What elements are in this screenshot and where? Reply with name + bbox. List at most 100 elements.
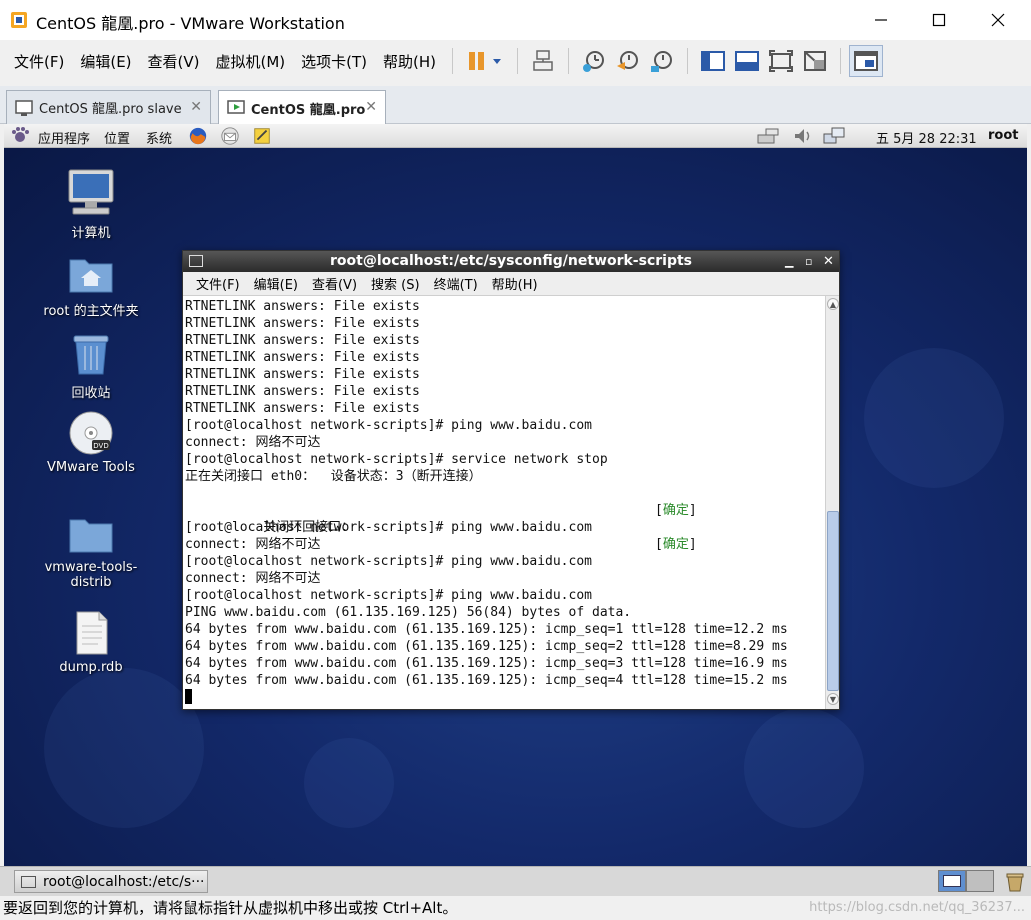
snapshot-take-button[interactable] bbox=[577, 45, 611, 77]
desktop-bokeh bbox=[864, 348, 1004, 488]
mail-client-icon[interactable] bbox=[219, 126, 241, 146]
menu-vm[interactable]: 虚拟机(M) bbox=[208, 51, 294, 72]
terminal-close-icon[interactable]: ✕ bbox=[823, 251, 834, 272]
desktop-icon-vmware-tools[interactable]: DVD VMware Tools bbox=[41, 410, 141, 475]
network-status-icon[interactable] bbox=[756, 126, 782, 146]
trash-applet-icon[interactable] bbox=[1004, 871, 1026, 893]
desktop-icon-home[interactable]: root 的主文件夹 bbox=[41, 252, 141, 319]
menu-tabs[interactable]: 选项卡(T) bbox=[293, 51, 375, 72]
terminal-menu-view[interactable]: 查看(V) bbox=[312, 274, 357, 293]
toolbar-separator bbox=[568, 48, 570, 74]
terminal-line: [root@localhost network-scripts]# ping w… bbox=[185, 418, 592, 433]
full-screen-button[interactable] bbox=[764, 45, 798, 77]
notes-editor-icon[interactable] bbox=[251, 126, 273, 146]
scroll-up-icon[interactable]: ▲ bbox=[827, 298, 839, 310]
terminal-titlebar[interactable]: root@localhost:/etc/sysconfig/network-sc… bbox=[183, 251, 839, 272]
snapshot-revert-button[interactable] bbox=[611, 45, 645, 77]
tab-centos-active[interactable]: CentOS 龍凰.pro ✕ bbox=[218, 90, 386, 125]
panel-applications-menu[interactable]: 应用程序 bbox=[38, 128, 90, 147]
show-library-button[interactable] bbox=[696, 45, 730, 77]
desktop-icon-computer[interactable]: 计算机 bbox=[41, 168, 141, 241]
terminal-line-loopback: 关闭环回接口： [确定] bbox=[263, 520, 697, 552]
send-ctrl-alt-del-button[interactable] bbox=[526, 45, 560, 77]
panel-clock[interactable]: 五 5月 28 22:31 bbox=[876, 128, 977, 147]
pause-icon bbox=[469, 52, 502, 70]
console-view-icon bbox=[854, 51, 879, 71]
guest-bottom-panel: root@localhost:/etc/s··· bbox=[0, 866, 1031, 896]
workspace-2-button[interactable] bbox=[966, 870, 994, 892]
network-send-icon bbox=[533, 50, 553, 71]
terminal-line: PING www.baidu.com (61.135.169.125) 56(8… bbox=[185, 605, 632, 620]
workspace-1-button[interactable] bbox=[938, 870, 966, 892]
panel-system-menu[interactable]: 系统 bbox=[146, 128, 172, 147]
tab-centos-slave[interactable]: CentOS 龍凰.pro slave ✕ bbox=[6, 90, 211, 124]
desktop-bokeh bbox=[44, 668, 204, 828]
terminal-line: [root@localhost network-scripts]# servic… bbox=[185, 452, 608, 467]
terminal-maximize-icon[interactable]: ▫ bbox=[805, 251, 812, 272]
minimize-icon bbox=[875, 19, 887, 21]
minimize-button[interactable] bbox=[853, 0, 909, 40]
vmware-app-icon bbox=[11, 12, 27, 28]
terminal-line: connect: 网络不可达 bbox=[185, 571, 321, 586]
tab-label: CentOS 龍凰.pro bbox=[251, 102, 366, 118]
menu-edit[interactable]: 编辑(E) bbox=[72, 51, 139, 72]
terminal-output[interactable]: RTNETLINK answers: File exists RTNETLINK… bbox=[183, 296, 825, 709]
watermark: https://blog.csdn.net/qq_36237... bbox=[809, 900, 1025, 915]
firefox-icon[interactable] bbox=[187, 126, 209, 146]
vm-running-icon bbox=[227, 100, 245, 114]
pause-button[interactable] bbox=[461, 45, 509, 77]
terminal-menu-search[interactable]: 搜索 (S) bbox=[371, 274, 420, 293]
taskbar-terminal-button[interactable]: root@localhost:/etc/s··· bbox=[14, 870, 208, 893]
panel-places-menu[interactable]: 位置 bbox=[104, 128, 130, 147]
tab-close-icon[interactable]: ✕ bbox=[365, 99, 377, 115]
volume-icon[interactable] bbox=[792, 126, 814, 146]
desktop-icon-dump-rdb[interactable]: dump.rdb bbox=[41, 610, 141, 675]
terminal-line: RTNETLINK answers: File exists bbox=[185, 299, 420, 314]
terminal-menu-help[interactable]: 帮助(H) bbox=[492, 274, 538, 293]
snapshot-clock-icon bbox=[583, 51, 605, 72]
terminal-prompt bbox=[185, 689, 825, 706]
gnome-top-panel: 应用程序 位置 系统 五 5月 28 22:31 root bbox=[4, 124, 1027, 148]
full-screen-icon bbox=[769, 50, 794, 72]
maximize-icon bbox=[932, 13, 946, 27]
ok-status: [确定] bbox=[655, 537, 697, 552]
dvd-icon: DVD bbox=[69, 411, 113, 455]
panel-user[interactable]: root bbox=[988, 128, 1019, 143]
snapshot-manager-button[interactable] bbox=[645, 45, 679, 77]
desktop-icon-label: root 的主文件夹 bbox=[43, 304, 139, 319]
desktop-background[interactable]: 计算机 root 的主文件夹 回收站 DVD VMware Tools vmwa… bbox=[4, 148, 1027, 866]
terminal-icon bbox=[21, 875, 36, 888]
terminal-menu-terminal[interactable]: 终端(T) bbox=[434, 274, 478, 293]
tab-close-icon[interactable]: ✕ bbox=[190, 99, 202, 115]
desktop-icon-vmware-tools-distrib[interactable]: vmware-tools-distrib bbox=[41, 512, 141, 590]
show-thumbnail-button[interactable] bbox=[730, 45, 764, 77]
desktop-icon-label: dump.rdb bbox=[59, 660, 123, 675]
guest-screen[interactable]: 应用程序 位置 系统 五 5月 28 22:31 root 计算机 root 的… bbox=[4, 124, 1027, 866]
menu-view[interactable]: 查看(V) bbox=[140, 51, 208, 72]
network-manager-icon[interactable] bbox=[822, 126, 846, 146]
close-button[interactable] bbox=[970, 0, 1026, 40]
menu-help[interactable]: 帮助(H) bbox=[375, 51, 444, 72]
unity-button[interactable] bbox=[798, 45, 832, 77]
snapshot-revert-icon bbox=[617, 51, 639, 70]
terminal-minimize-icon[interactable]: ▁ bbox=[785, 251, 793, 272]
scroll-down-icon[interactable]: ▼ bbox=[827, 693, 839, 705]
terminal-scrollbar[interactable]: ▲ ▼ bbox=[825, 296, 839, 709]
console-view-button[interactable] bbox=[849, 45, 884, 77]
terminal-line: 64 bytes from www.baidu.com (61.135.169.… bbox=[185, 622, 788, 637]
menu-file[interactable]: 文件(F) bbox=[6, 51, 72, 72]
terminal-window[interactable]: root@localhost:/etc/sysconfig/network-sc… bbox=[182, 250, 840, 710]
maximize-button[interactable] bbox=[911, 0, 967, 40]
terminal-line: 64 bytes from www.baidu.com (61.135.169.… bbox=[185, 656, 788, 671]
terminal-line: 正在关闭接口 eth0： 设备状态：3（断开连接） bbox=[185, 469, 482, 484]
scroll-thumb[interactable] bbox=[827, 511, 839, 691]
desktop-icon-trash[interactable]: 回收站 bbox=[41, 332, 141, 401]
terminal-line: connect: 网络不可达 bbox=[185, 537, 321, 552]
terminal-line: 64 bytes from www.baidu.com (61.135.169.… bbox=[185, 639, 788, 654]
terminal-line: connect: 网络不可达 bbox=[185, 435, 321, 450]
taskbar-terminal-label: root@localhost:/etc/s··· bbox=[43, 873, 205, 890]
terminal-icon bbox=[189, 255, 203, 267]
terminal-menu-file[interactable]: 文件(F) bbox=[196, 274, 240, 293]
terminal-menu-edit[interactable]: 编辑(E) bbox=[254, 274, 298, 293]
close-icon bbox=[991, 13, 1005, 27]
